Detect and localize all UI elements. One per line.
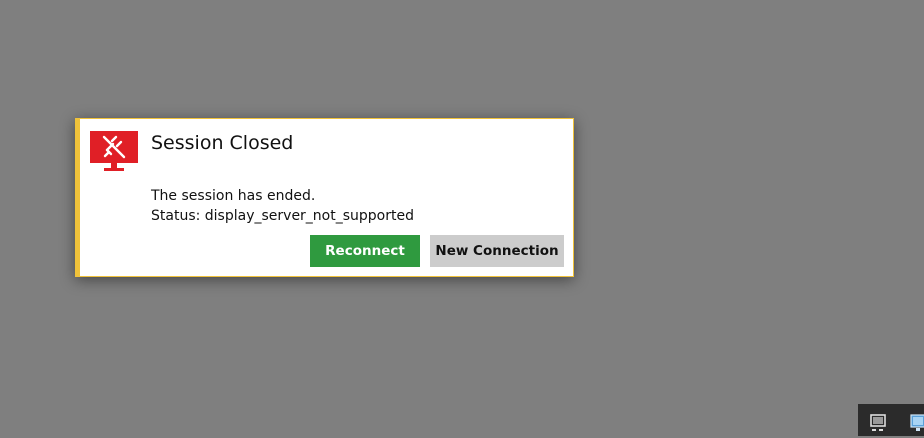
session-ended-message: The session has ended. <box>151 188 316 204</box>
session-status-text: Status: display_server_not_supported <box>151 208 414 224</box>
network-tray-icon[interactable] <box>910 414 924 432</box>
monitor-tray-icon[interactable] <box>870 414 888 434</box>
dialog-body: The session has ended. Status: display_s… <box>151 186 414 226</box>
system-tray <box>858 404 924 436</box>
reconnect-button[interactable]: Reconnect <box>310 235 420 267</box>
disconnected-monitor-icon <box>90 131 138 175</box>
dialog-title: Session Closed <box>151 132 294 154</box>
session-closed-dialog: Session Closed The session has ended. St… <box>75 118 574 277</box>
new-connection-button[interactable]: New Connection <box>430 235 564 267</box>
